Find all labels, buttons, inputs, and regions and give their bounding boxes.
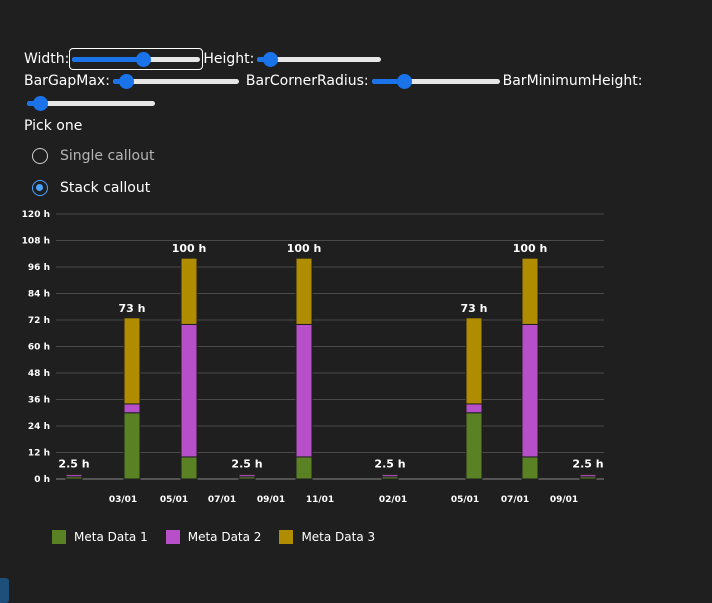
bar-gap-max-slider-thumb[interactable] [118, 74, 134, 89]
y-tick-label: 24 h [28, 422, 50, 432]
chart-legend: Meta Data 1 Meta Data 2 Meta Data 3 [52, 530, 393, 544]
legend-swatch-meta-data-2 [165, 530, 180, 544]
legend-swatch-meta-data-1 [52, 530, 66, 544]
width-slider[interactable] [69, 48, 204, 70]
bar-segment [295, 323, 313, 458]
bar-segment [123, 317, 141, 405]
bar-total-label: 2.5 h [572, 457, 603, 470]
bar-corner-radius-label: BarCornerRadius: [245, 73, 369, 89]
stacked-bar-chart: 0 h 12 h 24 h 36 h 48 h 60 h 72 h 84 h 96 h 108 h… [22, 210, 604, 505]
bar-total-label: 73 h [461, 302, 488, 315]
height-slider[interactable] [255, 49, 383, 69]
legend-item-meta-data-2[interactable]: Meta Data 2 [165, 530, 262, 544]
bar-segment [465, 412, 483, 480]
bar-segment [65, 472, 83, 476]
single-callout-radio-circle[interactable] [32, 148, 48, 164]
stack-callout-radio-circle[interactable] [32, 180, 48, 196]
y-tick-label: 120 h [22, 210, 50, 220]
chart-settings-controls: Width: Height: BarGapMax: BarCornerRadiu… [24, 48, 684, 114]
bar-minimum-height-label: BarMinimumHeight: [502, 73, 643, 89]
legend-swatch-meta-data-3 [279, 530, 294, 544]
legend-label-meta-data-3: Meta Data 3 [301, 530, 376, 544]
x-tick-label: 09/01 [550, 495, 578, 505]
bar-segment [180, 323, 198, 458]
pick-one-label: Pick one [24, 118, 83, 134]
legend-item-meta-data-1[interactable]: Meta Data 1 [52, 530, 148, 544]
bar-corner-radius-slider[interactable] [370, 71, 502, 91]
x-tick-label: 05/01 [451, 495, 479, 505]
legend-item-meta-data-3[interactable]: Meta Data 3 [279, 530, 375, 544]
bar-segment [123, 412, 141, 480]
bar-gap-max-label: BarGapMax: [24, 73, 110, 89]
bar-segment [295, 456, 313, 480]
bar-segment [123, 403, 141, 414]
legend-label-meta-data-2: Meta Data 2 [187, 530, 262, 544]
x-tick-label: 05/01 [160, 495, 188, 505]
width-label: Width: [24, 51, 70, 67]
y-tick-label: 60 h [28, 343, 50, 353]
single-callout-label[interactable]: Single callout [60, 148, 154, 164]
bar-total-label: 73 h [119, 302, 146, 315]
x-tick-label: 07/01 [208, 495, 236, 505]
y-tick-label: 96 h [28, 263, 50, 273]
single-callout-radio[interactable]: Single callout [32, 148, 154, 164]
y-tick-label: 108 h [22, 237, 50, 247]
height-label: Height: [203, 51, 255, 67]
stack-callout-radio[interactable]: Stack callout [32, 180, 150, 196]
y-tick-label: 36 h [28, 396, 50, 406]
bar-segment [180, 257, 198, 325]
bar-gap-max-slider[interactable] [111, 71, 241, 91]
x-tick-label: 03/01 [109, 495, 137, 505]
bar-total-label: 2.5 h [58, 457, 89, 470]
x-tick-label: 07/01 [501, 495, 529, 505]
bar-corner-radius-slider-thumb[interactable] [396, 74, 412, 89]
bar-total-label: 100 h [287, 242, 322, 255]
bar-minimum-height-slider-thumb[interactable] [32, 96, 48, 111]
bar-total-label: 2.5 h [374, 457, 405, 470]
width-slider-thumb[interactable] [135, 52, 151, 67]
bar-segment [465, 317, 483, 405]
bar-segment [295, 257, 313, 325]
y-tick-label: 72 h [28, 316, 50, 326]
y-tick-label: 12 h [28, 449, 50, 459]
bar-total-label: 100 h [172, 242, 207, 255]
x-tick-label: 09/01 [257, 495, 285, 505]
bar-segment [521, 456, 539, 480]
bar-total-label: 100 h [513, 242, 548, 255]
bar-segment [579, 472, 597, 476]
height-slider-thumb[interactable] [262, 52, 278, 67]
bar-minimum-height-slider[interactable] [25, 93, 157, 113]
controls-row-1: Width: Height: [24, 48, 684, 70]
y-tick-label: 48 h [28, 369, 50, 379]
legend-label-meta-data-1: Meta Data 1 [74, 530, 148, 544]
x-tick-label: 11/01 [306, 495, 334, 505]
stack-callout-label[interactable]: Stack callout [60, 180, 150, 196]
bar-total-label: 2.5 h [231, 457, 262, 470]
bar-segment [465, 403, 483, 414]
controls-row-2: BarGapMax: BarCornerRadius: BarMinimumHe… [24, 70, 684, 92]
y-tick-label: 0 h [34, 475, 50, 485]
bar-segment [381, 472, 399, 476]
side-panel-tab[interactable] [0, 578, 9, 603]
bar-segment [521, 323, 539, 458]
bar-segment [238, 472, 256, 476]
bar-segment [180, 456, 198, 480]
y-tick-label: 84 h [28, 290, 50, 300]
x-tick-label: 02/01 [379, 495, 407, 505]
bar-segment [521, 257, 539, 325]
controls-row-3 [24, 92, 684, 114]
